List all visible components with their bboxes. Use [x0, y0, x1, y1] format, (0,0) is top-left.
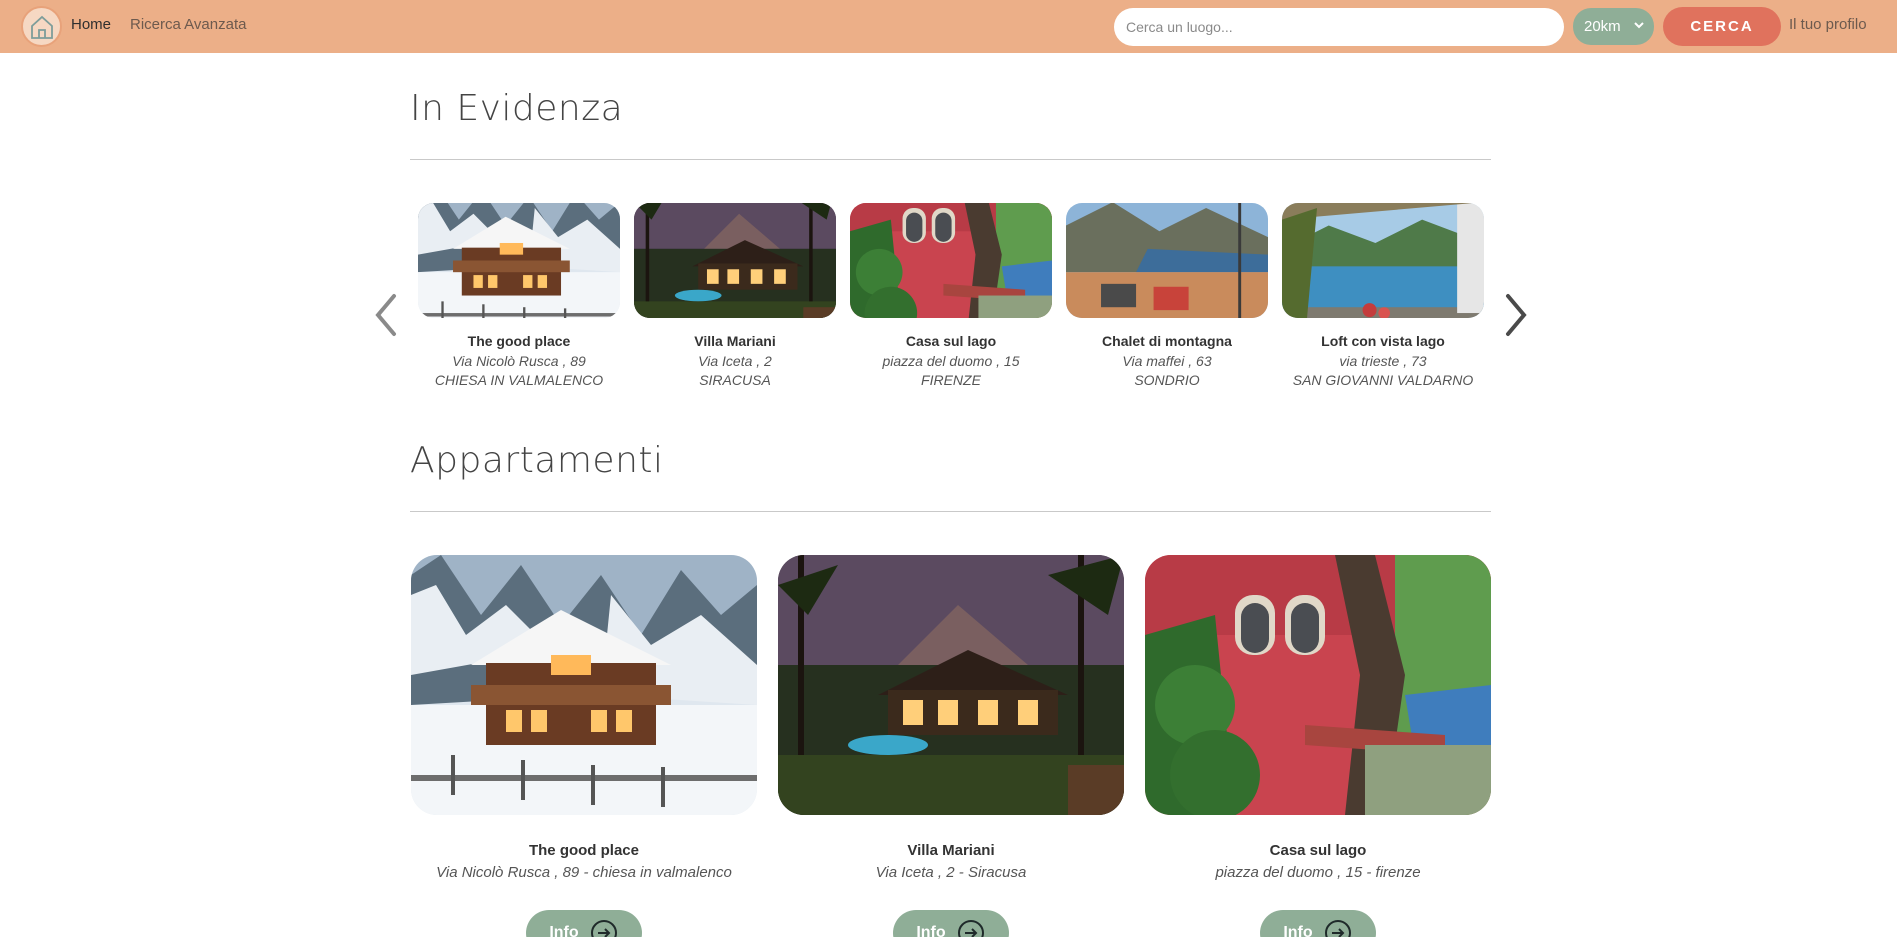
apartment-image[interactable] — [778, 555, 1124, 815]
apartments-title: Appartamenti — [410, 440, 664, 481]
arrow-right-icon — [1324, 920, 1351, 937]
property-name: The good place — [467, 333, 571, 349]
property-image[interactable] — [850, 203, 1052, 318]
apartment-image[interactable] — [1145, 555, 1491, 815]
property-address: Via Nicolò Rusca , 89 — [452, 353, 586, 369]
carousel-item[interactable]: Villa Mariani Via Iceta , 2 SIRACUSA — [634, 203, 836, 388]
carousel-item[interactable]: Loft con vista lago via trieste , 73 SAN… — [1282, 203, 1484, 388]
info-button[interactable]: Info — [893, 910, 1009, 937]
property-city: FIRENZE — [921, 372, 981, 388]
navbar: Home Ricerca Avanzata 20km CERCA Il tuo … — [0, 0, 1897, 53]
carousel-prev-icon[interactable] — [372, 292, 402, 338]
carousel-item[interactable]: The good place Via Nicolò Rusca , 89 CHI… — [418, 203, 620, 388]
carousel-item[interactable]: Casa sul lago piazza del duomo , 15 FIRE… — [850, 203, 1052, 388]
apartment-card: Casa sul lago piazza del duomo , 15 - fi… — [1145, 555, 1491, 937]
info-button-label: Info — [916, 924, 946, 937]
featured-title: In Evidenza — [410, 88, 624, 129]
house-icon[interactable] — [21, 6, 62, 47]
info-button-label: Info — [1283, 924, 1313, 937]
nav-home-link[interactable]: Home — [71, 16, 111, 33]
property-image[interactable] — [634, 203, 836, 318]
property-city: SAN GIOVANNI VALDARNO — [1292, 372, 1474, 388]
property-name: Villa Mariani — [694, 333, 776, 349]
apartment-card: The good place Via Nicolò Rusca , 89 - c… — [411, 555, 757, 937]
property-city: SONDRIO — [1134, 372, 1200, 388]
property-address: via trieste , 73 — [1339, 353, 1427, 369]
property-city: CHIESA IN VALMALENCO — [434, 372, 604, 388]
property-image[interactable] — [418, 203, 620, 318]
search-button[interactable]: CERCA — [1663, 7, 1781, 46]
property-image[interactable] — [1282, 203, 1484, 318]
carousel-item[interactable]: Chalet di montagna Via maffei , 63 SONDR… — [1066, 203, 1268, 388]
arrow-right-icon — [590, 920, 617, 937]
apartment-name: The good place — [528, 842, 639, 859]
apartment-address: Via Iceta , 2 - Siracusa — [875, 864, 1027, 881]
apartment-card: Villa Mariani Via Iceta , 2 - Siracusa I… — [778, 555, 1124, 937]
profile-link[interactable]: Il tuo profilo — [1789, 16, 1867, 33]
search-input[interactable] — [1114, 8, 1564, 46]
arrow-right-icon — [957, 920, 984, 937]
distance-select[interactable]: 20km — [1573, 8, 1654, 45]
apartment-image[interactable] — [411, 555, 757, 815]
property-address: Via maffei , 63 — [1122, 353, 1212, 369]
property-city: SIRACUSA — [699, 372, 771, 388]
apartments-divider — [410, 511, 1491, 512]
info-button[interactable]: Info — [1260, 910, 1376, 937]
property-name: Chalet di montagna — [1102, 333, 1232, 349]
apartment-name: Villa Mariani — [907, 842, 995, 859]
carousel-next-icon[interactable] — [1500, 292, 1530, 338]
info-button-label: Info — [549, 924, 579, 937]
property-image[interactable] — [1066, 203, 1268, 318]
property-address: Via Iceta , 2 — [698, 353, 772, 369]
property-address: piazza del duomo , 15 — [882, 353, 1020, 369]
property-name: Casa sul lago — [905, 333, 997, 349]
distance-value: 20km — [1584, 18, 1621, 35]
nav-advanced-search-link[interactable]: Ricerca Avanzata — [130, 16, 246, 33]
featured-divider — [410, 159, 1491, 160]
info-button[interactable]: Info — [526, 910, 642, 937]
chevron-down-icon — [1634, 22, 1644, 29]
apartment-address: Via Nicolò Rusca , 89 - chiesa in valmal… — [436, 864, 732, 881]
property-name: Loft con vista lago — [1321, 333, 1445, 349]
apartment-name: Casa sul lago — [1269, 842, 1367, 859]
apartment-address: piazza del duomo , 15 - firenze — [1215, 864, 1421, 881]
